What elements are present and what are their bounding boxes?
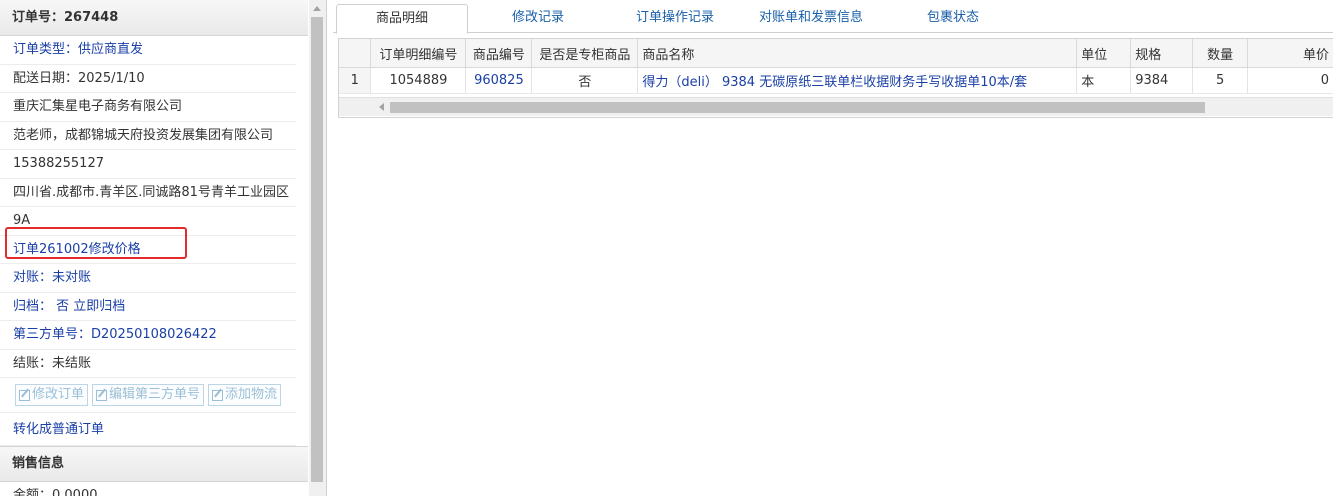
column-header[interactable]: 单位 xyxy=(1076,39,1132,68)
order-info-row: 结账：未结账 xyxy=(0,350,296,378)
left-panel-scrollbar[interactable] xyxy=(309,0,326,496)
amount-text: 金额：0.0000 xyxy=(0,482,296,496)
column-header[interactable]: 商品编号 xyxy=(465,39,533,68)
scrollbar-thumb[interactable] xyxy=(390,102,1205,113)
quantity-cell: 5 xyxy=(1192,67,1249,94)
row-number: 1 xyxy=(339,67,372,94)
scroll-left-arrow-icon[interactable] xyxy=(379,103,384,111)
edit-icon xyxy=(96,389,108,401)
table-header-row: 订单明细编号 商品编号 是否是专柜商品 商品名称 单位 规格 数量 单价 xyxy=(339,39,1333,68)
order-action-buttons: 修改订单 编辑第三方单号 添加物流 xyxy=(0,378,296,413)
detail-tabs: 商品明细 修改记录 订单操作记录 对账单和发票信息 包裹状态 xyxy=(333,0,1333,34)
order-info-row: 重庆汇集星电子商务有限公司 xyxy=(0,93,296,122)
order-info-row: 配送日期：2025/1/10 xyxy=(0,65,296,93)
edit-icon xyxy=(19,389,30,401)
order-info-row[interactable]: 对账：未对账 xyxy=(0,264,296,293)
column-header[interactable]: 单价 xyxy=(1247,39,1333,68)
product-table: 订单明细编号 商品编号 是否是专柜商品 商品名称 单位 规格 数量 单价 1 1… xyxy=(339,39,1333,94)
counter-product-cell: 否 xyxy=(531,67,639,94)
product-detail-grid: 订单明细编号 商品编号 是否是专柜商品 商品名称 单位 规格 数量 单价 1 1… xyxy=(338,38,1333,118)
unit-cell: 本 xyxy=(1076,67,1132,94)
order-info-row: 范老师，成都锦城天府投资发展集团有限公司 xyxy=(0,122,296,150)
rownum-header xyxy=(339,39,372,68)
product-name-link[interactable]: 得力（deli） 9384 无碳原纸三联单栏收据财务手写收据单10本/套 xyxy=(637,67,1078,94)
order-info-list: 订单类型：供应商直发 配送日期：2025/1/10 重庆汇集星电子商务有限公司 范老师… xyxy=(0,36,326,378)
order-number-header: 订单号：267448 xyxy=(0,0,308,36)
detail-id-cell: 1054889 xyxy=(370,67,467,94)
order-info-row[interactable]: 归档： 否 立即归档 xyxy=(0,293,296,321)
order-info-row: 15388255127 xyxy=(0,150,296,179)
order-info-row[interactable]: 第三方单号：D20250108026422 xyxy=(0,321,296,350)
order-info-row[interactable]: 订单类型：供应商直发 xyxy=(0,36,296,65)
tab-modify-records[interactable]: 修改记录 xyxy=(483,4,593,32)
table-row[interactable]: 1 1054889 960825 否 得力（deli） 9384 无碳原纸三联单… xyxy=(339,67,1333,94)
column-header[interactable]: 是否是专柜商品 xyxy=(531,39,639,68)
column-header[interactable]: 数量 xyxy=(1192,39,1249,68)
grid-horizontal-scrollbar[interactable] xyxy=(339,97,1333,116)
column-header[interactable]: 规格 xyxy=(1130,39,1194,68)
spec-cell: 9384 xyxy=(1130,67,1194,94)
highlight-annotation-box xyxy=(5,227,187,259)
column-header[interactable]: 商品名称 xyxy=(637,39,1078,68)
tab-product-details[interactable]: 商品明细 xyxy=(336,4,468,34)
order-detail-panel: 商品明细 修改记录 订单操作记录 对账单和发票信息 包裹状态 订单明细编号 商品… xyxy=(333,0,1333,496)
convert-to-normal-order-link[interactable]: 转化成普通订单 xyxy=(0,413,296,446)
edit-icon xyxy=(212,389,224,401)
scrollbar-thumb[interactable] xyxy=(311,17,323,482)
tab-package-status[interactable]: 包裹状态 xyxy=(903,4,1003,32)
edit-order-button[interactable]: 修改订单 xyxy=(15,384,89,406)
tab-operation-records[interactable]: 订单操作记录 xyxy=(615,4,735,32)
product-code-link[interactable]: 960825 xyxy=(465,67,533,94)
sales-info-section-title: 销售信息 xyxy=(0,446,308,482)
unit-price-cell: 0 xyxy=(1247,67,1333,94)
column-header[interactable]: 订单明细编号 xyxy=(370,39,467,68)
add-logistics-button[interactable]: 添加物流 xyxy=(208,384,282,406)
edit-third-party-no-button[interactable]: 编辑第三方单号 xyxy=(92,384,205,406)
scroll-up-arrow-icon[interactable] xyxy=(313,6,321,11)
tab-statement-invoice[interactable]: 对账单和发票信息 xyxy=(741,4,881,32)
order-info-row: 四川省.成都市.青羊区.同诚路81号青羊工业园区 xyxy=(0,179,296,207)
